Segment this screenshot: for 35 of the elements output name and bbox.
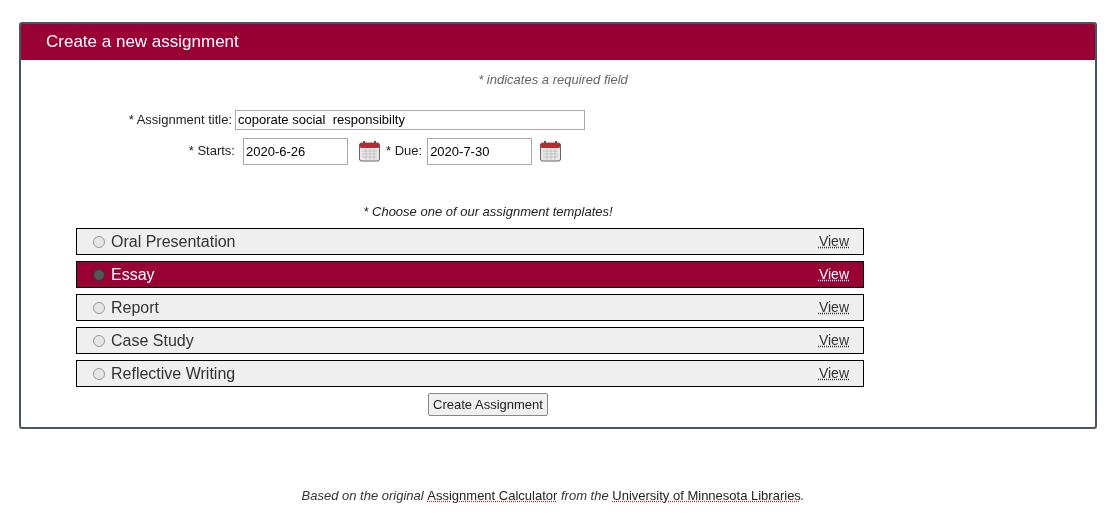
template-row[interactable]: Reflective Writing View (76, 360, 864, 387)
radio-button[interactable] (93, 301, 105, 314)
radio-button[interactable] (93, 235, 105, 248)
calendar-icon[interactable] (359, 140, 380, 162)
create-assignment-button[interactable]: Create Assignment (428, 393, 548, 416)
view-link[interactable]: View (818, 363, 849, 384)
footer-credit: Based on the original Assignment Calculator from the University of Minnesota Libraries. (301, 487, 805, 505)
view-link[interactable]: View (818, 330, 849, 351)
date-input[interactable]: 2020-7-30 (427, 137, 533, 165)
field-label: * Assignment title: (127, 110, 233, 129)
template-row[interactable]: Oral Presentation View (76, 228, 864, 255)
form-title: Create a new assignment (46, 31, 239, 54)
view-link[interactable]: View (818, 231, 849, 252)
title-input[interactable]: coporate social responsibilty (235, 109, 585, 130)
field-label: * Starts: (188, 142, 235, 161)
calendar-icon[interactable] (540, 140, 562, 162)
view-link[interactable]: View (818, 297, 849, 318)
template-name: Reflective Writing (111, 363, 236, 384)
radio-button[interactable] (93, 268, 105, 281)
templates-prompt: * Choose one of our assignment templates! (363, 202, 613, 221)
radio-button[interactable] (93, 367, 105, 380)
assignment-calculator-link[interactable]: Assignment Calculator (427, 488, 558, 503)
field-label: * Due: (386, 142, 423, 161)
template-row[interactable]: Essay View (76, 261, 864, 288)
template-name: Essay (111, 264, 155, 285)
view-link[interactable]: View (818, 264, 849, 285)
template-name: Oral Presentation (111, 231, 236, 252)
date-input[interactable]: 2020-6-26 (243, 137, 348, 165)
required-note: * indicates a required field (478, 71, 628, 89)
university-link[interactable]: University of Minnesota Libraries (612, 488, 801, 503)
template-name: Case Study (111, 330, 194, 351)
template-row[interactable]: Case Study View (76, 327, 864, 354)
radio-button[interactable] (93, 334, 105, 347)
template-row[interactable]: Report View (76, 294, 864, 321)
template-name: Report (111, 297, 160, 318)
